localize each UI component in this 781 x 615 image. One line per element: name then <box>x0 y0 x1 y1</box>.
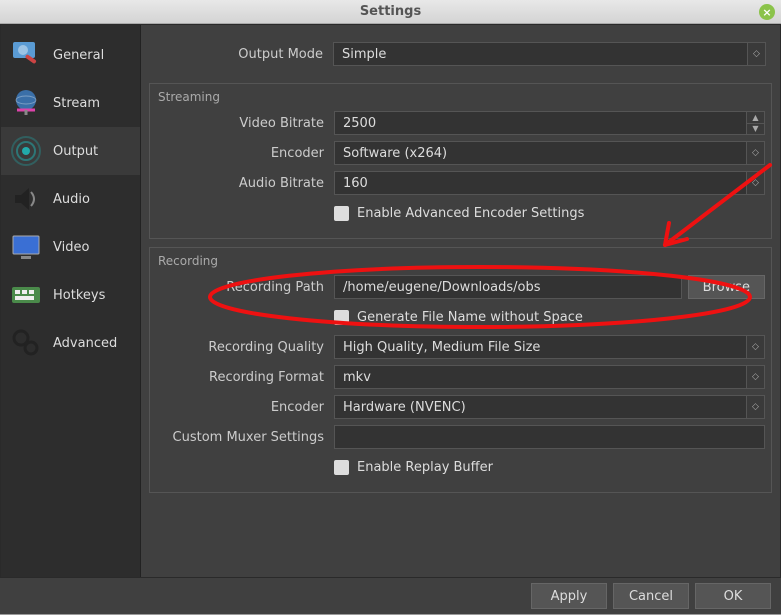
encoder-select[interactable]: Software (x264) ◇ <box>334 141 765 165</box>
sidebar-item-general[interactable]: General <box>1 31 140 79</box>
chevron-updown-icon: ◇ <box>746 366 764 388</box>
section-title: Streaming <box>158 90 765 104</box>
wrench-icon <box>9 38 43 72</box>
sidebar-item-label: Video <box>53 240 89 255</box>
enable-advanced-checkbox[interactable] <box>334 206 349 221</box>
keyboard-icon <box>9 278 43 312</box>
recording-quality-label: Recording Quality <box>156 340 334 355</box>
replay-buffer-checkbox[interactable] <box>334 460 349 475</box>
gen-filename-checkbox[interactable] <box>334 310 349 325</box>
gen-filename-label: Generate File Name without Space <box>357 310 583 325</box>
sidebar-item-label: Stream <box>53 96 100 111</box>
sidebar-item-advanced[interactable]: Advanced <box>1 319 140 367</box>
output-mode-label: Output Mode <box>155 47 333 62</box>
sidebar-item-label: Hotkeys <box>53 288 105 303</box>
recording-encoder-select[interactable]: Hardware (NVENC) ◇ <box>334 395 765 419</box>
streaming-panel: Streaming Video Bitrate 2500 ▲▼ Encoder <box>149 83 772 239</box>
window-title: Settings <box>360 4 421 19</box>
audio-bitrate-label: Audio Bitrate <box>156 176 334 191</box>
muxer-input[interactable] <box>334 425 765 449</box>
chevron-updown-icon: ◇ <box>746 172 764 194</box>
gears-icon <box>9 326 43 360</box>
output-mode-select[interactable]: Simple ◇ <box>333 42 766 66</box>
sidebar-item-label: Audio <box>53 192 90 207</box>
video-bitrate-input[interactable]: 2500 ▲▼ <box>334 111 765 135</box>
output-mode-panel: Output Mode Simple ◇ <box>149 33 772 75</box>
sidebar-item-output[interactable]: Output <box>1 127 140 175</box>
browse-button[interactable]: Browse <box>688 275 765 299</box>
broadcast-icon <box>9 134 43 168</box>
sidebar: General Stream <box>1 25 141 577</box>
enable-advanced-label: Enable Advanced Encoder Settings <box>357 206 584 221</box>
speaker-icon <box>9 182 43 216</box>
recording-path-input[interactable]: /home/eugene/Downloads/obs <box>334 275 682 299</box>
content-panel: Output Mode Simple ◇ Streaming Video Bit… <box>141 25 780 577</box>
replay-buffer-label: Enable Replay Buffer <box>357 460 493 475</box>
sidebar-item-label: Output <box>53 144 98 159</box>
globe-icon <box>9 86 43 120</box>
monitor-icon <box>9 230 43 264</box>
recording-format-select[interactable]: mkv ◇ <box>334 365 765 389</box>
encoder-label: Encoder <box>156 146 334 161</box>
spinner-icon[interactable]: ▲▼ <box>746 112 764 134</box>
footer: Apply Cancel OK <box>0 578 781 614</box>
sidebar-item-label: Advanced <box>53 336 117 351</box>
recording-panel: Recording Recording Path /home/eugene/Do… <box>149 247 772 493</box>
chevron-updown-icon: ◇ <box>746 396 764 418</box>
chevron-updown-icon: ◇ <box>746 336 764 358</box>
cancel-button[interactable]: Cancel <box>613 583 689 609</box>
recording-encoder-label: Encoder <box>156 400 334 415</box>
recording-path-label: Recording Path <box>156 280 334 295</box>
video-bitrate-label: Video Bitrate <box>156 116 334 131</box>
recording-quality-select[interactable]: High Quality, Medium File Size ◇ <box>334 335 765 359</box>
close-icon[interactable]: × <box>759 4 775 20</box>
apply-button[interactable]: Apply <box>531 583 607 609</box>
chevron-updown-icon: ◇ <box>747 43 765 65</box>
section-title: Recording <box>158 254 765 268</box>
ok-button[interactable]: OK <box>695 583 771 609</box>
titlebar: Settings × <box>0 0 781 24</box>
sidebar-item-label: General <box>53 48 104 63</box>
audio-bitrate-select[interactable]: 160 ◇ <box>334 171 765 195</box>
recording-format-label: Recording Format <box>156 370 334 385</box>
muxer-label: Custom Muxer Settings <box>156 430 334 445</box>
sidebar-item-video[interactable]: Video <box>1 223 140 271</box>
sidebar-item-audio[interactable]: Audio <box>1 175 140 223</box>
chevron-updown-icon: ◇ <box>746 142 764 164</box>
sidebar-item-stream[interactable]: Stream <box>1 79 140 127</box>
sidebar-item-hotkeys[interactable]: Hotkeys <box>1 271 140 319</box>
